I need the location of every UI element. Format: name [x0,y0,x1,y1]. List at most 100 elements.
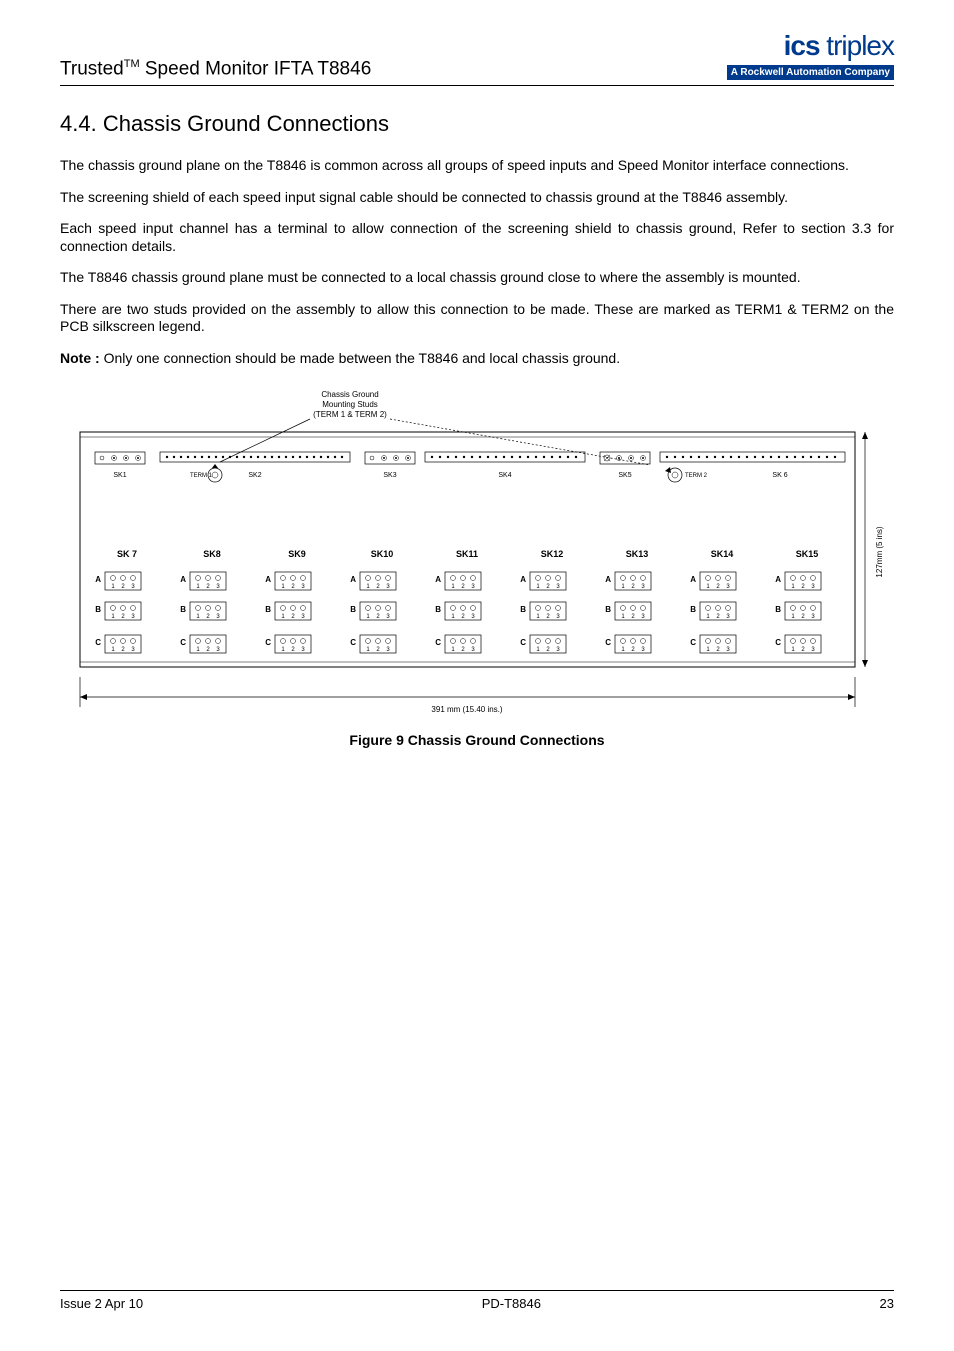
sk2-pins [166,456,343,458]
terminal-pin [801,639,806,644]
logo-main: ics triplex [727,30,894,62]
terminal-pin [111,576,116,581]
terminal-pin [461,639,466,644]
row-label: C [265,638,271,647]
height-label: 127mm (5 ins) [875,526,884,577]
pin-number: 2 [461,647,465,653]
row-label: A [435,575,441,584]
title-tm: TM [124,58,140,70]
terminal-pin [461,606,466,611]
row-label: A [605,575,611,584]
pin-number: 3 [726,647,730,653]
terminal-pin [811,639,816,644]
terminal-pin [801,576,806,581]
terminal-pin [376,606,381,611]
terminal-pin [556,606,561,611]
terminal-pin [386,639,391,644]
pin-number: 1 [281,584,285,590]
pin-number: 1 [706,584,710,590]
pin-number: 1 [281,614,285,620]
row-label: C [775,638,781,647]
pin-number: 2 [206,614,210,620]
pin-number: 1 [366,647,370,653]
term1-label: TERM 1 [190,473,213,479]
terminal-pin [791,639,796,644]
terminal-pin [386,606,391,611]
terminal-pin [631,606,636,611]
pin-number: 3 [811,584,815,590]
terminal-pin [471,576,476,581]
diag-label-1: Chassis Ground [321,390,378,399]
terminal-pin [546,576,551,581]
row-label: B [95,605,101,614]
terminal-pin [301,606,306,611]
pin-number: 1 [621,614,625,620]
logo-sub: A Rockwell Automation Company [727,65,894,80]
sk7-label: SK 7 [117,549,137,559]
pin-number: 1 [536,647,540,653]
row-label: C [350,638,356,647]
terminal-pin [291,606,296,611]
terminal-pin [131,606,136,611]
terminal-pin [631,576,636,581]
terminal-pin [366,639,371,644]
pin-number: 1 [791,584,795,590]
terminal-pin [196,576,201,581]
title-prefix: Trusted [60,58,124,79]
terminal-pin [471,606,476,611]
row-label: B [775,605,781,614]
sk4-pins [431,456,577,458]
terminal-pin [801,606,806,611]
footer-right: 23 [880,1296,894,1311]
pin-number: 1 [366,584,370,590]
terminal-pin [216,606,221,611]
pin-number: 2 [546,647,550,653]
paragraph-1: The chassis ground plane on the T8846 is… [60,157,894,175]
paragraph-note: Note : Only one connection should be mad… [60,350,894,368]
pin-number: 1 [536,584,540,590]
pin-number: 2 [801,614,805,620]
section-title: Chassis Ground Connections [103,111,389,136]
pin-number: 3 [471,647,475,653]
row-label: A [690,575,696,584]
pin-number: 2 [376,614,380,620]
terminal-pin [706,606,711,611]
pin-number: 1 [451,584,455,590]
row-label: C [605,638,611,647]
pin-number: 3 [556,647,560,653]
terminal-pin [641,576,646,581]
pin-number: 2 [546,584,550,590]
terminal-pin [451,606,456,611]
terminal-pin [111,606,116,611]
pin-number: 3 [301,614,305,620]
pin-number: 2 [121,614,125,620]
pin-number: 1 [706,614,710,620]
footer-center: PD-T8846 [482,1296,541,1311]
terminal-pin [131,639,136,644]
terminal-pin [726,576,731,581]
pin-number: 1 [281,647,285,653]
pin-number: 2 [716,584,720,590]
pin-number: 1 [111,584,115,590]
row-label: C [520,638,526,647]
row-label: A [520,575,526,584]
terminal-pin [301,576,306,581]
terminal-pin [791,576,796,581]
pin-number: 2 [801,584,805,590]
terminal-pin [461,576,466,581]
row-label: B [605,605,611,614]
pin-number: 3 [216,647,220,653]
pin-number: 1 [451,647,455,653]
terminal-pin [706,639,711,644]
pin-number: 2 [546,614,550,620]
terminal-pin [281,606,286,611]
row-label: B [520,605,526,614]
pin-number: 3 [471,584,475,590]
sk6-pins [666,456,836,458]
row-label: B [435,605,441,614]
pin-number: 3 [726,584,730,590]
pin-number: 2 [631,584,635,590]
terminal-pin [621,576,626,581]
pin-number: 3 [131,614,135,620]
terminal-pin [281,576,286,581]
